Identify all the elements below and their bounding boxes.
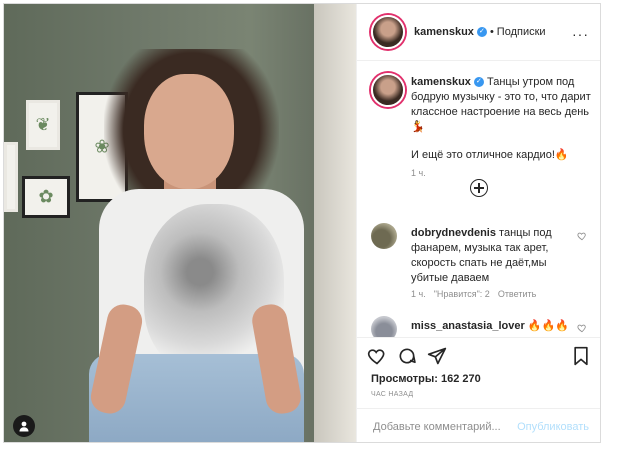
more-icon[interactable]: ··· — [572, 26, 589, 42]
publish-button[interactable]: Опубликовать — [517, 421, 589, 433]
bookmark-icon[interactable] — [571, 346, 591, 366]
door-frame — [314, 4, 356, 442]
heart-icon[interactable] — [367, 346, 387, 366]
author-username[interactable]: kamenskux — [414, 26, 474, 38]
caption-text: kamenskux ✓ Танцы утром под бодрую музычк… — [411, 75, 591, 163]
comment-icon[interactable] — [397, 346, 417, 366]
wall-picture — [4, 142, 18, 212]
post-actions: Просмотры: 162 270 ЧАС НАЗАД Опубликоват… — [357, 337, 600, 442]
reply-button[interactable]: Ответить — [498, 289, 536, 299]
commenter-avatar[interactable] — [371, 316, 397, 337]
comment-body: 🔥🔥🔥 — [527, 320, 569, 332]
person-face — [144, 74, 234, 189]
caption-line-2: И ещё это отличное кардио!🔥 — [411, 149, 569, 161]
comment-likes[interactable]: "Нравится": 2 — [434, 289, 490, 299]
commenter-avatar[interactable] — [371, 223, 397, 249]
views-count[interactable]: Просмотры: 162 270 — [371, 373, 481, 385]
verified-badge-icon: ✓ — [473, 77, 484, 88]
comments-section[interactable]: kamenskux ✓ Танцы утром под бодрую музычк… — [357, 61, 600, 337]
wall-picture: ❦ — [26, 100, 60, 150]
caption-author-avatar[interactable] — [371, 73, 405, 107]
author-avatar[interactable] — [371, 15, 405, 49]
comment-text: dobrydnevdenis танцы под фанарем, музыка… — [411, 226, 571, 286]
post-time-ago: ЧАС НАЗАД — [371, 391, 414, 398]
caption-username[interactable]: kamenskux — [411, 76, 471, 88]
wall-picture: ✿ — [22, 176, 70, 218]
post-side-panel: kamenskux ✓ • Подписки ··· kamenskux ✓ Та… — [356, 4, 600, 442]
separator-dot: • — [489, 26, 494, 38]
add-comment-input[interactable] — [371, 419, 515, 434]
verified-badge-icon: ✓ — [476, 27, 487, 37]
add-comment-row: Опубликовать — [357, 408, 600, 442]
load-more-comments-icon[interactable] — [470, 179, 488, 197]
share-icon[interactable] — [427, 346, 447, 366]
commenter-username[interactable]: miss_anastasia_lover — [411, 320, 525, 332]
following-button[interactable]: Подписки — [497, 26, 546, 38]
user-tag-icon[interactable] — [13, 415, 35, 437]
comment-meta: 1 ч. "Нравится": 2 Ответить — [411, 289, 536, 299]
comment-text: miss_anastasia_lover 🔥🔥🔥 — [411, 319, 571, 334]
action-icons — [367, 346, 447, 366]
caption-time[interactable]: 1 ч. — [411, 168, 426, 178]
commenter-username[interactable]: dobrydnevdenis — [411, 227, 496, 239]
post-dialog: ❦ ❀ ✿ kamenskux ✓ • Подписки ··· kamensk… — [3, 3, 601, 443]
comment-like-heart-icon[interactable] — [577, 231, 587, 241]
comment-time[interactable]: 1 ч. — [411, 289, 426, 299]
comment-like-heart-icon[interactable] — [577, 323, 587, 333]
post-video[interactable]: ❦ ❀ ✿ — [4, 4, 356, 442]
post-header: kamenskux ✓ • Подписки ··· — [357, 4, 600, 61]
